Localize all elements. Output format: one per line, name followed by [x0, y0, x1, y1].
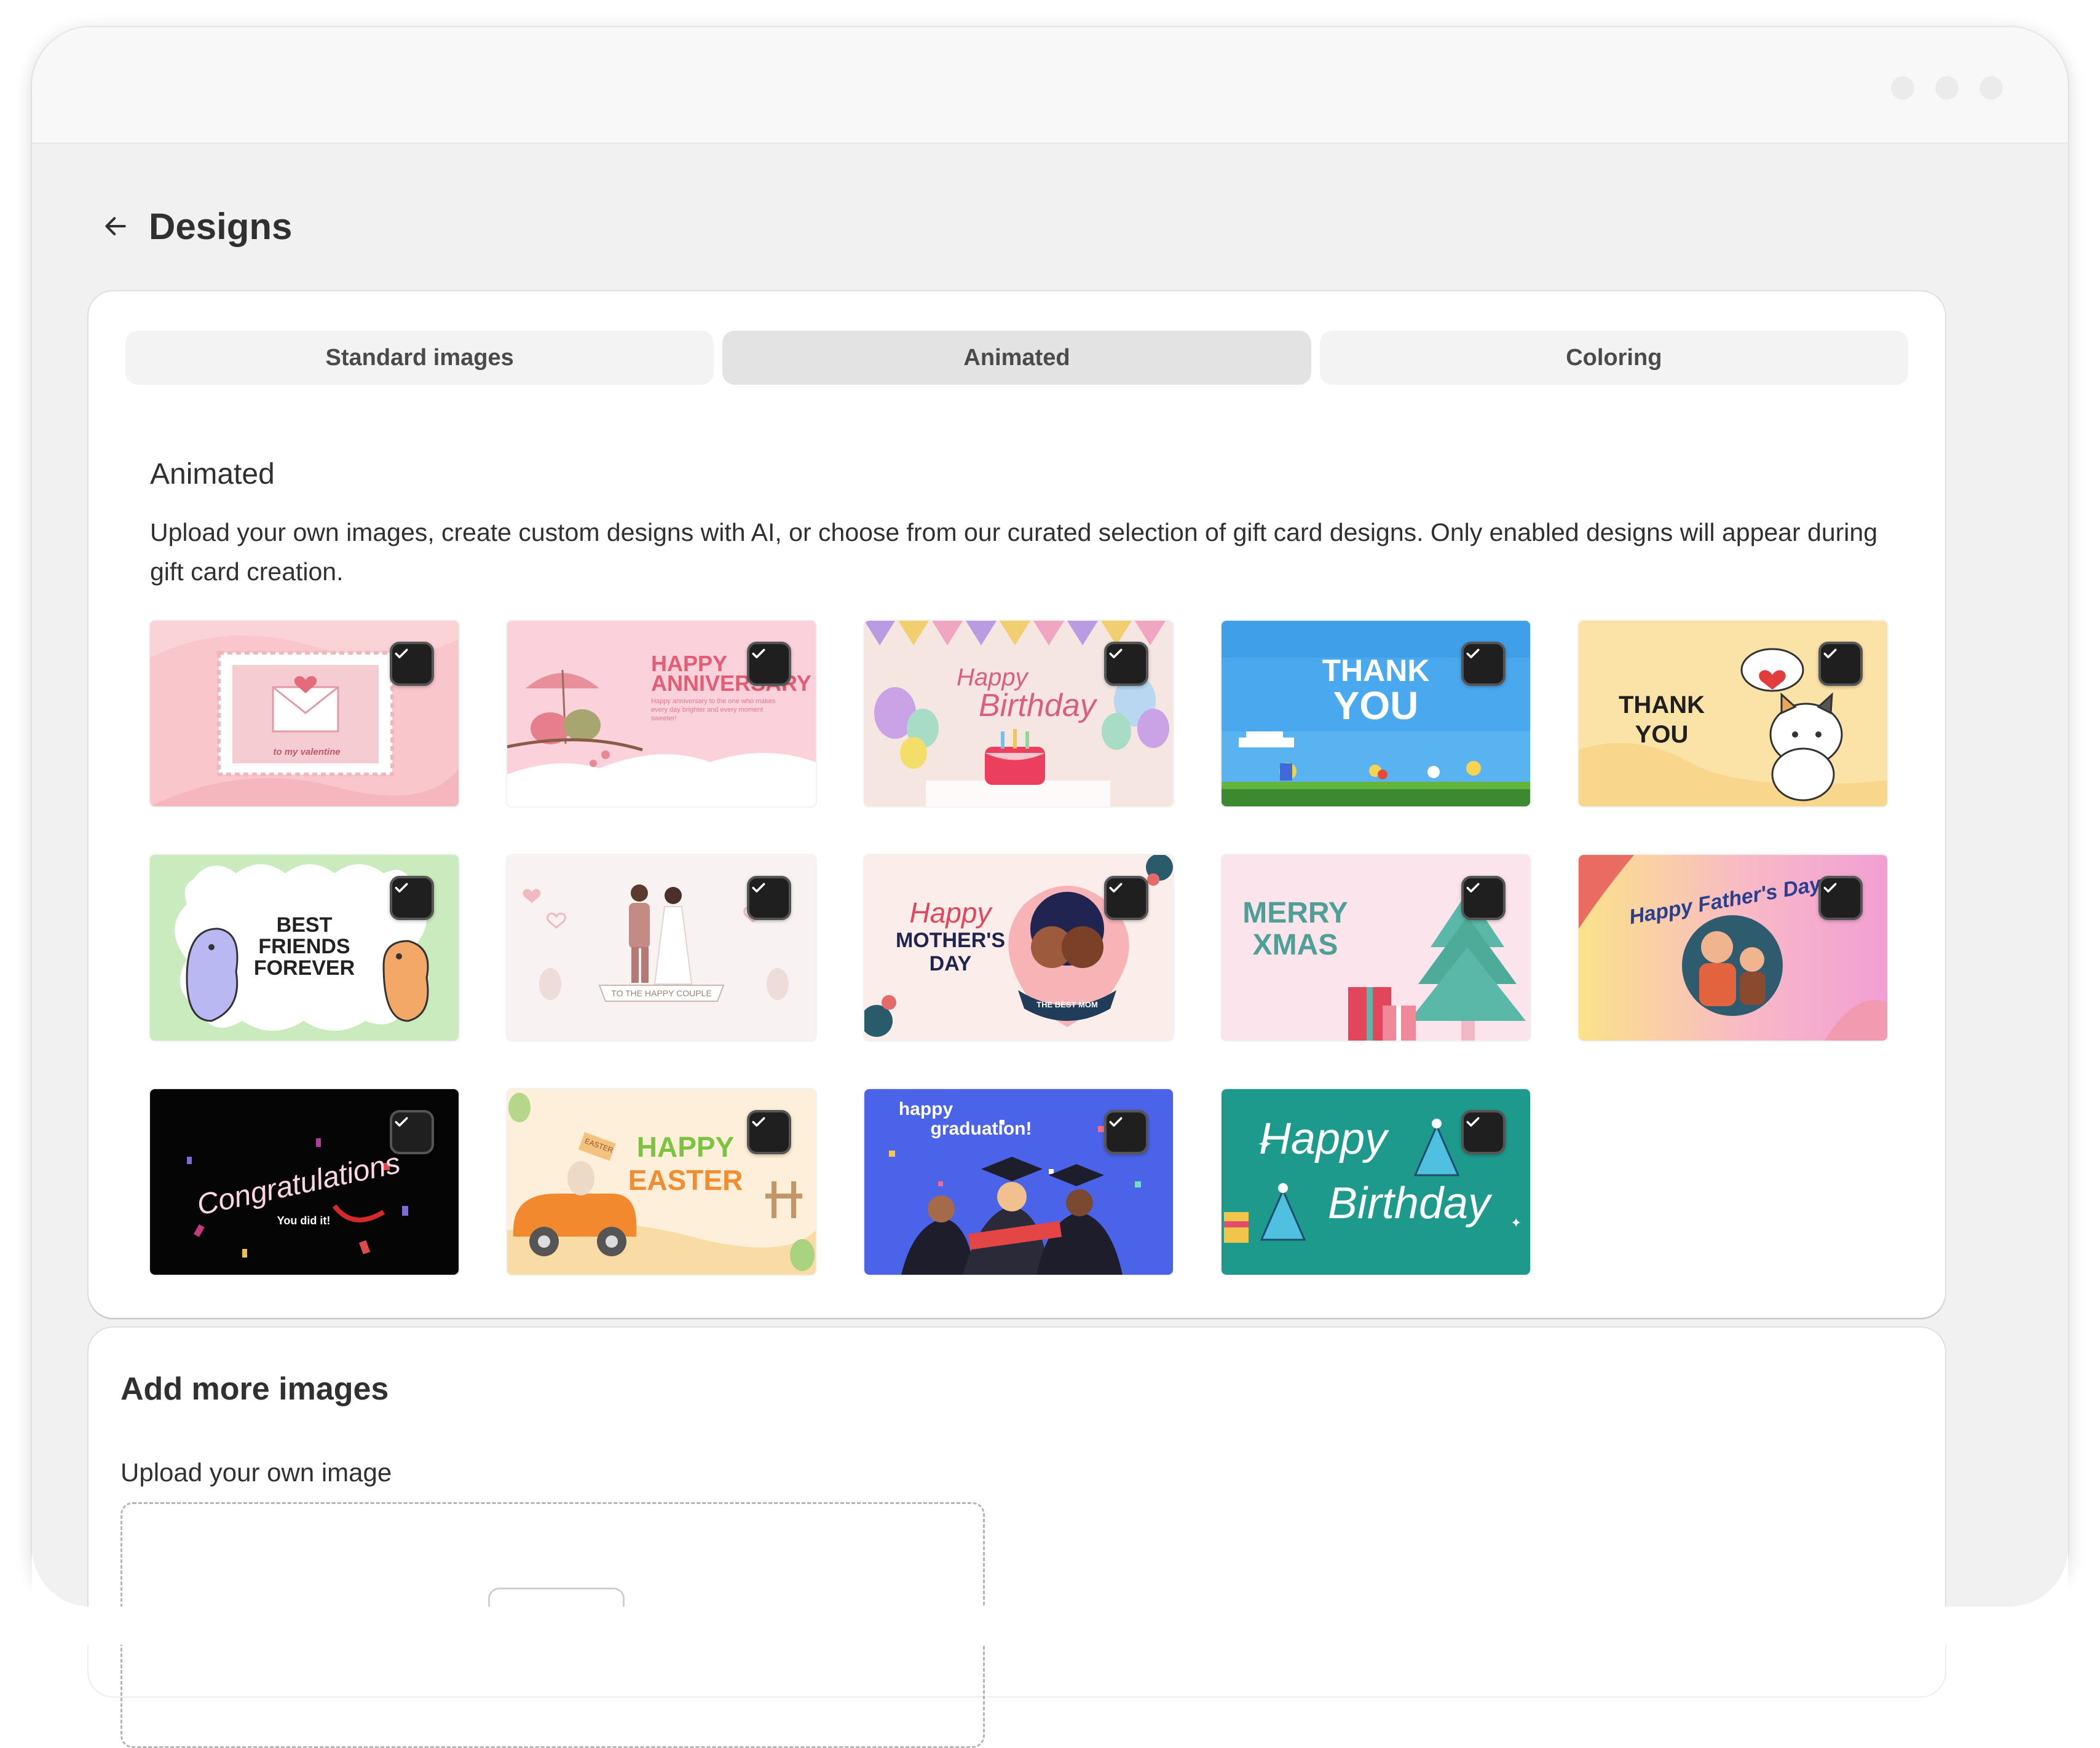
checkmark-icon: [1109, 1117, 1123, 1127]
page-title: Designs: [149, 205, 293, 247]
birthday-party-title-2: Birthday: [979, 688, 1098, 723]
window-dot[interactable]: [1935, 76, 1959, 100]
easter-title-1: HAPPY: [637, 1131, 734, 1163]
enabled-checkbox[interactable]: [747, 1110, 791, 1154]
checkmark-icon: [1823, 883, 1837, 892]
checkmark-icon: [1109, 883, 1123, 892]
svg-text:✦: ✦: [1510, 1215, 1522, 1230]
design-card-anniversary[interactable]: HAPPY ANNIVERSARY Happy anniversary to t…: [507, 621, 816, 806]
birthday-teal-title-2: Birthday: [1328, 1179, 1493, 1228]
checkmark-icon: [1109, 648, 1123, 658]
valentine-caption: to my valentine: [273, 747, 340, 757]
checkmark-icon: [1823, 648, 1837, 658]
enabled-checkbox[interactable]: [1461, 642, 1506, 686]
design-card-mothers-day[interactable]: Happy MOTHER'S DAY THE BEST MOM: [864, 855, 1173, 1041]
thank-you-pixel-title-1: THANK: [1322, 653, 1430, 688]
window-bottom-corners: [32, 1548, 2068, 1607]
window-titlebar: [32, 27, 2068, 144]
mothers-day-title-3: DAY: [930, 952, 972, 975]
designs-card: Standard images Animated Coloring Animat…: [89, 291, 1945, 1318]
design-card-thank-you-cat[interactable]: THANK YOU: [1579, 621, 1887, 806]
mothers-day-banner: THE BEST MOM: [1036, 1000, 1098, 1009]
mothers-day-title-1: Happy: [910, 897, 993, 929]
enabled-checkbox[interactable]: [390, 1110, 434, 1154]
design-card-graduation[interactable]: happy graduation!: [864, 1089, 1173, 1275]
design-card-fathers-day[interactable]: Happy Father's Day: [1579, 855, 1887, 1041]
checkmark-icon: [1466, 648, 1480, 658]
design-card-valentine[interactable]: to my valentine: [150, 621, 459, 806]
section-description: Upload your own images, create custom de…: [150, 518, 1878, 586]
window-dot[interactable]: [1891, 76, 1914, 100]
checkmark-icon: [395, 648, 408, 658]
enabled-checkbox[interactable]: [747, 876, 791, 920]
best-friends-title-1: BEST: [277, 913, 333, 937]
enabled-checkbox[interactable]: [1461, 1110, 1506, 1154]
checkmark-icon: [395, 883, 408, 892]
back-button[interactable]: [96, 207, 135, 246]
enabled-checkbox[interactable]: [390, 876, 434, 920]
window-dot[interactable]: [1980, 76, 2003, 100]
design-card-wedding[interactable]: TO THE HAPPY COUPLE: [507, 855, 816, 1041]
tab-coloring[interactable]: Coloring: [1319, 331, 1908, 385]
mothers-day-title-2: MOTHER'S: [896, 929, 1005, 952]
anniversary-line-2: every day brighter and every moment: [651, 706, 763, 714]
design-card-birthday-party[interactable]: Happy Birthday: [864, 621, 1173, 806]
enabled-checkbox[interactable]: [747, 642, 791, 686]
design-card-thank-you-pixel[interactable]: THANK YOU: [1222, 621, 1530, 806]
enabled-checkbox[interactable]: [1818, 876, 1863, 920]
checkmark-icon: [1466, 883, 1480, 892]
checkmark-icon: [752, 648, 765, 658]
checkmark-icon: [1466, 1117, 1480, 1127]
birthday-teal-title-1: Happy: [1259, 1114, 1389, 1163]
page-bottom-margin: [0, 1607, 2100, 1645]
graduation-title-1: happy: [899, 1099, 953, 1119]
enabled-checkbox[interactable]: [1104, 1110, 1148, 1154]
enabled-checkbox[interactable]: [1461, 876, 1506, 920]
merry-xmas-title-2: XMAS: [1253, 929, 1338, 961]
thank-you-cat-title-2: YOU: [1635, 721, 1689, 748]
tab-standard-images[interactable]: Standard images: [125, 331, 714, 385]
checkmark-icon: [752, 883, 765, 892]
design-card-easter[interactable]: EASTER HAPPY EASTER: [507, 1089, 816, 1275]
arrow-left-icon: [105, 217, 126, 235]
best-friends-title-3: FOREVER: [254, 956, 355, 980]
add-more-title: Add more images: [120, 1371, 389, 1407]
enabled-checkbox[interactable]: [1104, 876, 1148, 920]
checkmark-icon: [395, 1117, 408, 1127]
design-card-merry-xmas[interactable]: MERRY XMAS: [1222, 855, 1530, 1041]
merry-xmas-title-1: MERRY: [1242, 897, 1348, 929]
page-header: Designs: [96, 195, 292, 257]
anniversary-line-3: sweeter!: [651, 715, 677, 722]
design-card-congratulations[interactable]: Congratulations You did it!: [150, 1089, 459, 1275]
section-title: Animated: [150, 458, 275, 490]
checkmark-icon: [752, 1117, 765, 1127]
upload-label: Upload your own image: [120, 1458, 392, 1487]
enabled-checkbox[interactable]: [1818, 642, 1863, 686]
congratulations-subtitle: You did it!: [277, 1215, 331, 1227]
easter-title-2: EASTER: [628, 1164, 743, 1196]
wedding-caption: TO THE HAPPY COUPLE: [611, 988, 711, 998]
enabled-checkbox[interactable]: [1104, 642, 1148, 686]
graduation-title-2: graduation!: [931, 1119, 1032, 1139]
thank-you-pixel-title-2: YOU: [1333, 683, 1419, 728]
tab-animated[interactable]: Animated: [722, 331, 1311, 385]
best-friends-title-2: FRIENDS: [258, 935, 350, 958]
enabled-checkbox[interactable]: [390, 642, 434, 686]
thank-you-cat-title-1: THANK: [1619, 691, 1705, 718]
design-card-best-friends[interactable]: BEST FRIENDS FOREVER: [150, 855, 459, 1041]
design-card-birthday-teal[interactable]: ✦ ✦ Happy Birthday: [1222, 1089, 1530, 1275]
design-type-tabs: Standard images Animated Coloring: [125, 331, 1908, 385]
anniversary-line-1: Happy anniversary to the one who makes: [651, 698, 776, 705]
birthday-party-title-1: Happy: [957, 664, 1030, 691]
